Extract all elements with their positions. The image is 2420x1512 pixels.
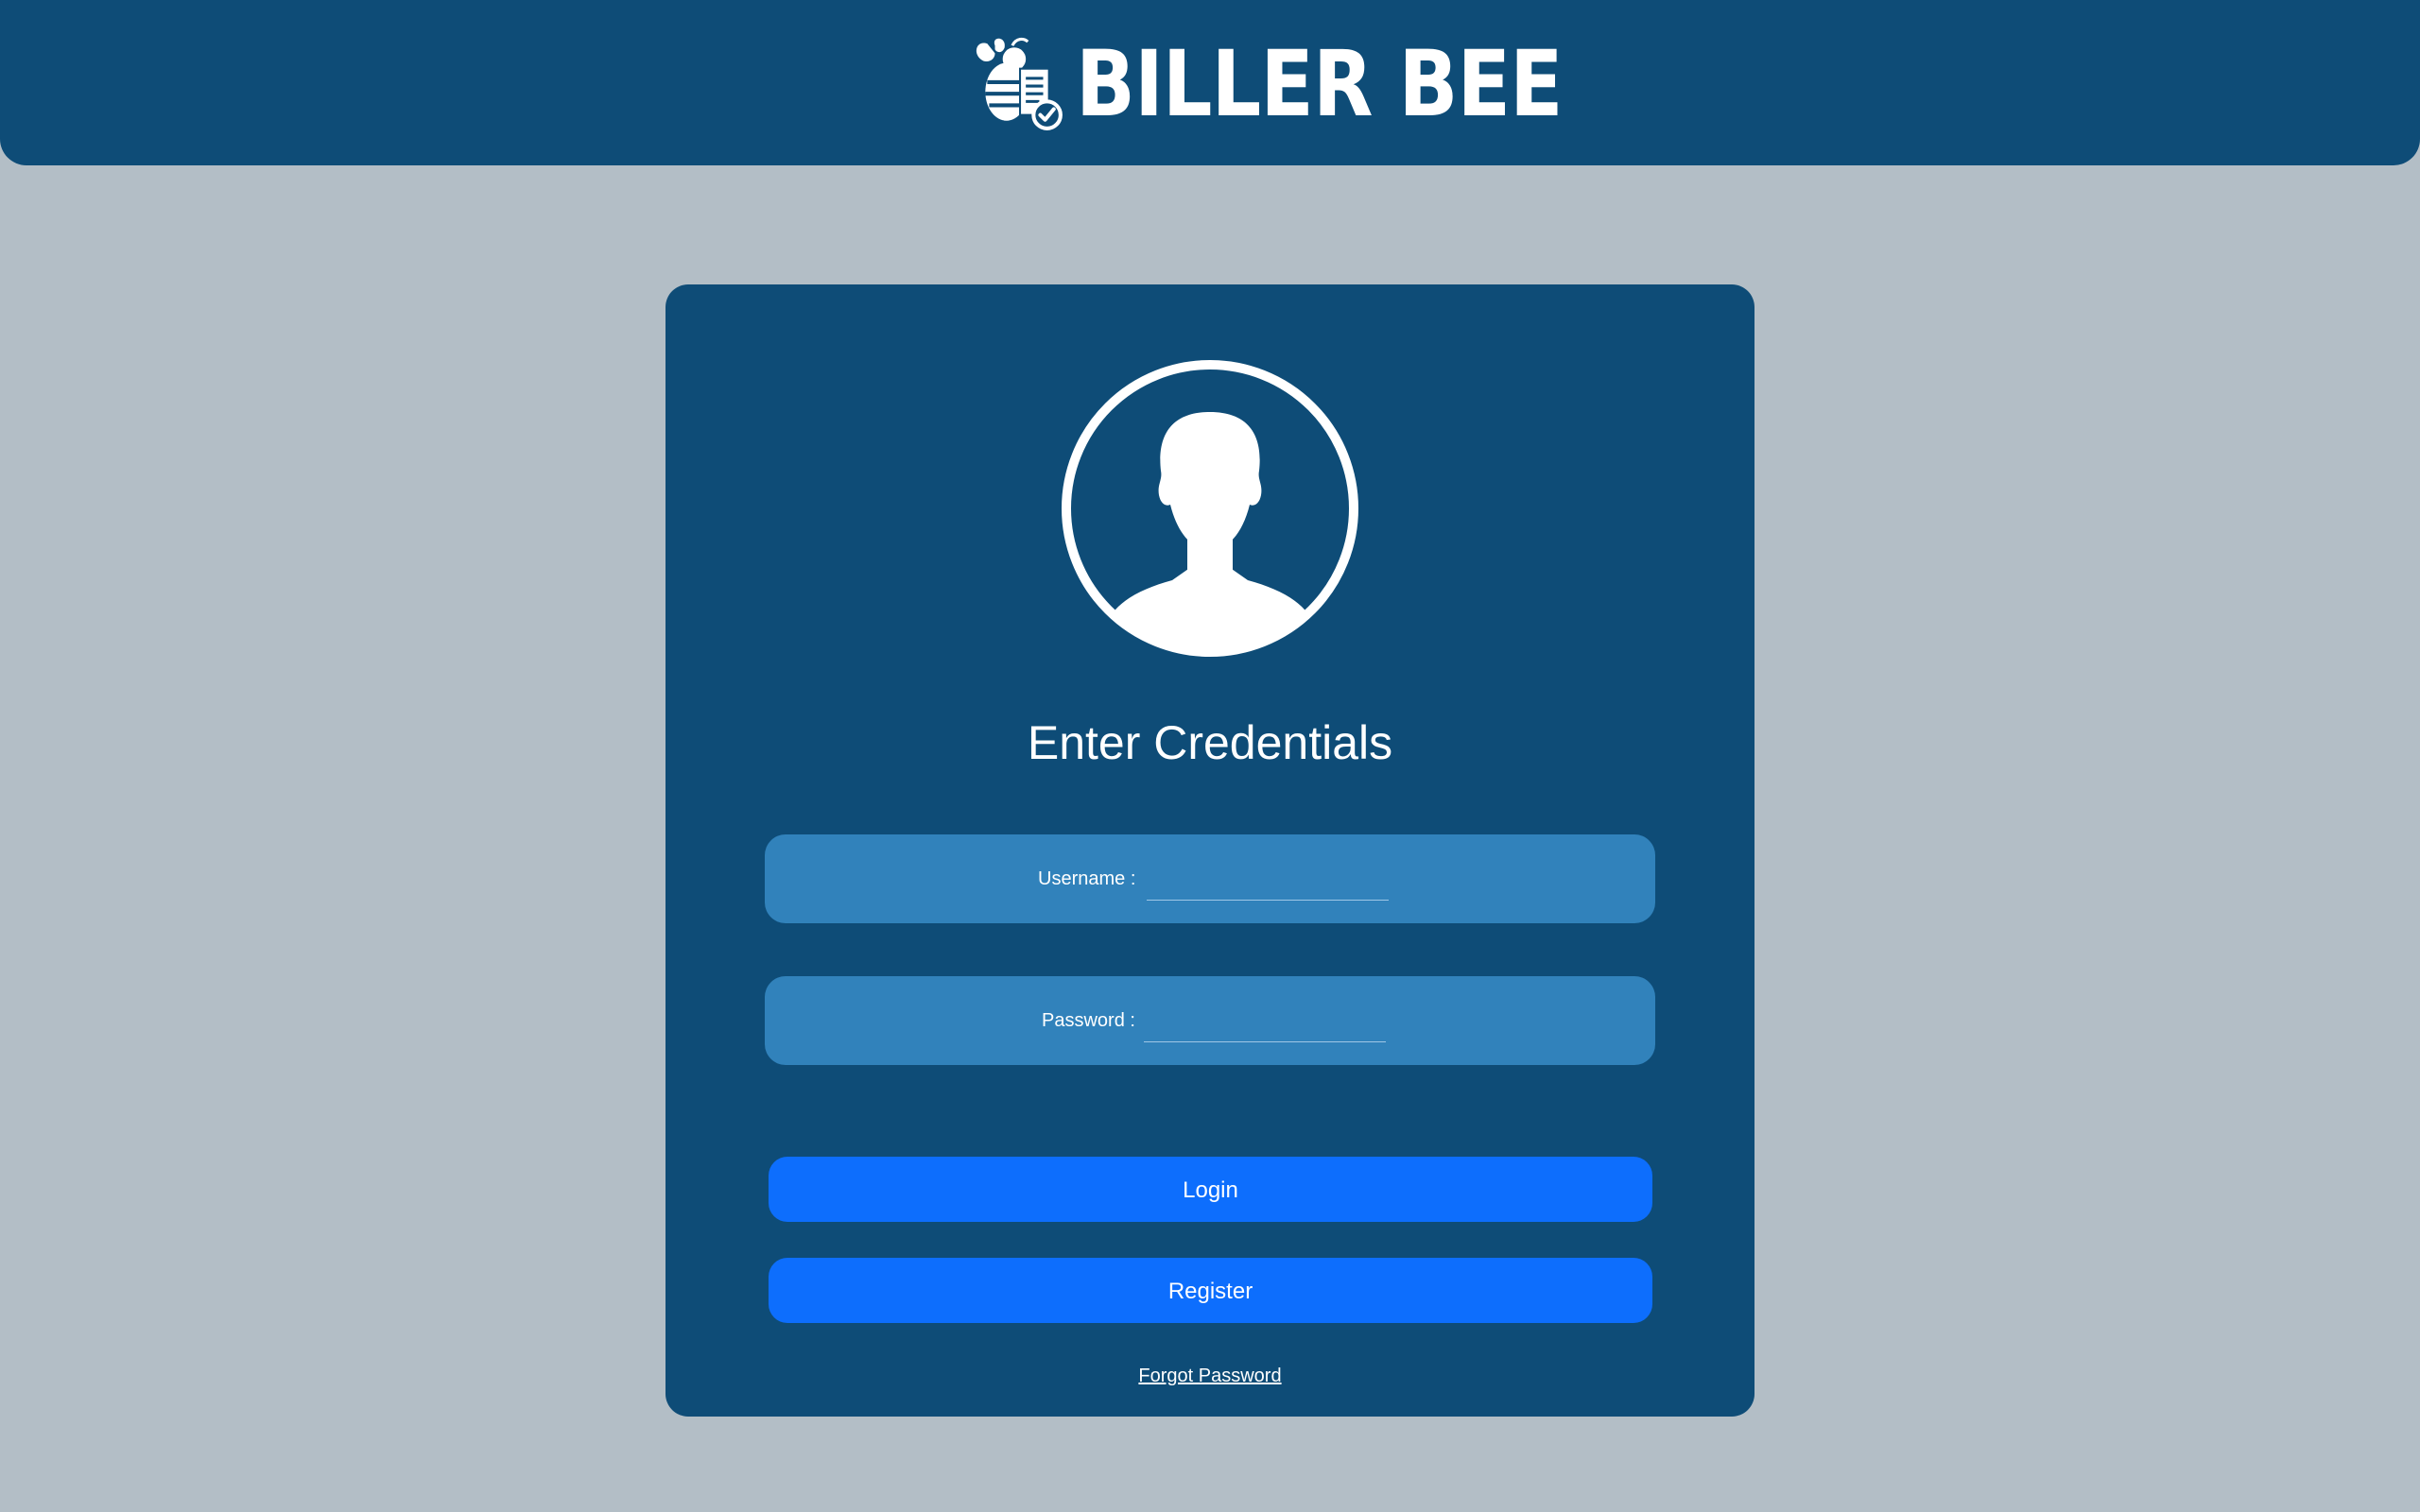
password-field-row: Password : <box>765 976 1655 1065</box>
password-label: Password : <box>1042 1010 1135 1031</box>
bee-invoice-check-icon <box>976 37 1063 130</box>
user-silhouette-icon <box>1062 360 1358 657</box>
app-header: BILLER BEE <box>0 0 2420 165</box>
register-button[interactable]: Register <box>769 1258 1652 1323</box>
page-title: Enter Credentials <box>1027 716 1393 769</box>
login-button[interactable]: Login <box>769 1157 1652 1222</box>
forgot-password-link[interactable]: Forgot Password <box>1138 1366 1281 1386</box>
username-input[interactable] <box>1147 863 1389 901</box>
username-field-row: Username : <box>765 834 1655 923</box>
username-label: Username : <box>1038 868 1136 889</box>
forgot-password-container: Forgot Password <box>666 1362 1754 1390</box>
brand: BILLER BEE <box>970 32 1641 136</box>
login-card: Enter Credentials Username : Password : … <box>666 284 1754 1417</box>
brand-name: BILLER BEE <box>1076 31 1564 137</box>
password-input[interactable] <box>1144 1005 1386 1042</box>
